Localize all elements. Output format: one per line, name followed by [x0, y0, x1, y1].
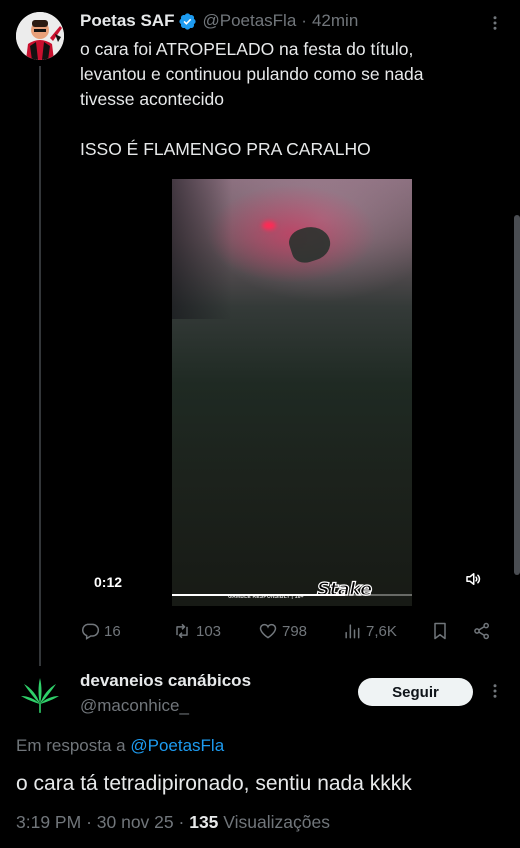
verified-badge-icon[interactable]	[178, 12, 197, 31]
more-icon[interactable]	[486, 14, 504, 32]
views-count: 7,6K	[366, 622, 397, 640]
separator-dot: ·	[301, 11, 307, 30]
tweet-text: o cara foi ATROPELADO na festa do título…	[80, 37, 500, 162]
sponsor-logo: Stake	[316, 578, 372, 600]
reply-date[interactable]: 30 nov 25	[97, 812, 174, 832]
share-icon	[474, 622, 489, 640]
tweet-header: Poetas SAF @PoetasFla · 42min	[80, 10, 358, 32]
reply-author-handle[interactable]: @maconhice_	[80, 696, 189, 716]
tweet-text-line: tivesse acontecido	[80, 89, 224, 109]
like-icon	[259, 623, 277, 639]
tweet-text-line: o cara foi ATROPELADO na festa do título…	[80, 39, 414, 59]
separator-dot: ·	[178, 812, 185, 832]
tweet-text-line: ISSO É FLAMENGO PRA CARALHO	[80, 139, 371, 159]
reply-time[interactable]: 3:19 PM	[16, 812, 81, 832]
follow-button[interactable]: Seguir	[358, 678, 473, 706]
reply-author-avatar[interactable]	[16, 672, 64, 720]
views-button[interactable]: 7,6K	[342, 618, 397, 644]
reply-text: o cara tá tetradipironado, sentiu nada k…	[16, 772, 412, 795]
like-button[interactable]: 798	[258, 618, 307, 644]
tweet-actions: 16 103 798 7,6K	[80, 618, 500, 644]
reply-meta: 3:19 PM · 30 nov 25 · 135 Visualizações	[16, 812, 330, 833]
repost-count: 103	[196, 622, 222, 640]
reply-icon	[82, 623, 100, 640]
video-progress-bar[interactable]	[172, 594, 412, 596]
bookmark-button[interactable]	[430, 618, 454, 644]
reply-to-prefix: Em resposta a	[16, 736, 126, 755]
cannabis-leaf-icon	[21, 678, 59, 713]
reply-views-label: Visualizações	[223, 812, 330, 832]
reply-context: Em resposta a @PoetasFla	[16, 736, 224, 756]
video-player[interactable]: GAMBLE RESPONSIBLY | 18+ Stake 0:12	[80, 168, 504, 606]
video-frame[interactable]: GAMBLE RESPONSIBLY | 18+ Stake	[172, 179, 412, 606]
reply-count: 16	[104, 622, 121, 640]
video-elapsed-time: 0:12	[94, 574, 123, 590]
reply-views-count: 135	[189, 812, 219, 832]
views-icon	[345, 624, 360, 639]
share-button[interactable]	[472, 618, 496, 644]
tweet-timestamp[interactable]: 42min	[312, 11, 358, 31]
like-count: 798	[282, 622, 308, 640]
repost-icon	[176, 623, 188, 639]
thread-connector-line	[39, 66, 41, 666]
author-avatar[interactable]	[16, 12, 64, 60]
bookmark-icon	[434, 622, 446, 640]
volume-icon[interactable]	[464, 570, 482, 588]
repost-button[interactable]: 103	[172, 618, 221, 644]
reply-button[interactable]: 16	[80, 618, 121, 644]
separator-dot: ·	[86, 812, 92, 832]
tweet-text-line: levantou e continuou pulando como se nad…	[80, 64, 424, 84]
author-name[interactable]: Poetas SAF	[80, 11, 174, 31]
video-progress-fill	[172, 594, 345, 596]
reply-to-mention[interactable]: @PoetasFla	[130, 736, 224, 755]
reply-author-name[interactable]: devaneios canábicos	[80, 671, 251, 691]
scrollbar-thumb[interactable]	[514, 215, 520, 575]
author-handle[interactable]: @PoetasFla	[202, 11, 296, 31]
more-icon[interactable]	[486, 682, 504, 700]
